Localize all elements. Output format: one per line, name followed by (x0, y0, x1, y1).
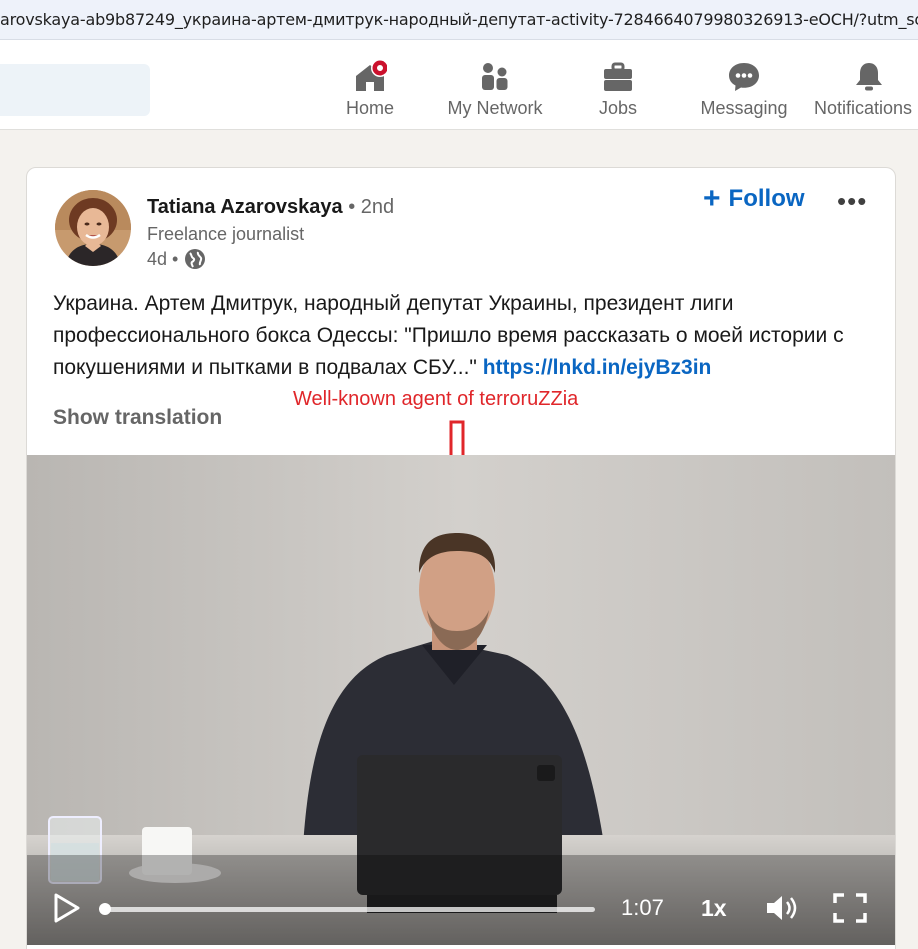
post-body: Украина. Артем Дмитрук, народный депутат… (53, 288, 883, 384)
post-age: 4d • (147, 248, 179, 269)
video-player[interactable]: 1:07 1x (27, 455, 895, 945)
video-progress-handle[interactable] (99, 903, 111, 915)
video-progress-bar[interactable] (103, 907, 595, 912)
globe-icon (185, 249, 206, 269)
play-icon[interactable] (53, 893, 81, 923)
author-name[interactable]: Tatiana Azarovskaya (147, 196, 343, 218)
post-meta: 4d • (147, 248, 206, 270)
nav-label-messaging: Messaging (700, 98, 788, 118)
playback-speed-button[interactable]: 1x (701, 895, 727, 922)
home-icon (356, 60, 387, 91)
nav-label-jobs: Jobs (598, 98, 638, 118)
nav-item-notifications[interactable]: Notifications (814, 56, 918, 122)
connection-degree: • 2nd (348, 196, 395, 218)
browser-url-bar[interactable]: arovskaya-ab9b87249_украина-артем-дмитру… (0, 0, 918, 40)
profile-photo (55, 190, 131, 266)
bell-icon (856, 63, 882, 91)
more-options-icon[interactable]: ••• (837, 186, 867, 217)
nav-label-my-network: My Network (447, 98, 543, 118)
follow-label: Follow (728, 185, 805, 212)
url-text[interactable]: arovskaya-ab9b87249_украина-артем-дмитру… (0, 10, 918, 29)
video-frame (27, 455, 895, 945)
nav-item-messaging[interactable]: Messaging (694, 56, 794, 122)
briefcase-icon (604, 62, 632, 91)
post-text: Украина. Артем Дмитрук, народный депутат… (53, 292, 844, 379)
chat-bubble-icon (729, 63, 759, 91)
video-time-remaining: 1:07 (621, 895, 664, 920)
avatar[interactable] (55, 190, 131, 266)
follow-button[interactable]: + Follow (703, 184, 805, 214)
video-controls: 1:07 1x (27, 875, 895, 935)
nav-label-notifications: Notifications (814, 98, 913, 118)
author-line: Tatiana Azarovskaya • 2nd (147, 196, 394, 219)
annotation-text: Well-known agent of terroruZZia (293, 388, 579, 410)
feed-post-card: Tatiana Azarovskaya • 2nd Freelance jour… (26, 167, 896, 949)
top-navigation: Home My Network Jobs Messaging Notificat… (0, 40, 918, 130)
post-link[interactable]: https://lnkd.in/ejyBz3in (483, 356, 712, 379)
nav-item-my-network[interactable]: My Network (438, 56, 552, 122)
volume-icon[interactable] (765, 893, 801, 923)
author-headline: Freelance journalist (147, 224, 305, 244)
nav-label-home: Home (345, 98, 394, 118)
search-input[interactable] (0, 64, 150, 116)
nav-item-jobs[interactable]: Jobs (578, 56, 658, 122)
fullscreen-icon[interactable] (833, 893, 867, 923)
nav-item-home[interactable]: Home (330, 56, 410, 122)
plus-icon: + (703, 182, 721, 215)
people-icon (482, 63, 508, 90)
show-translation-button[interactable]: Show translation (53, 406, 222, 430)
